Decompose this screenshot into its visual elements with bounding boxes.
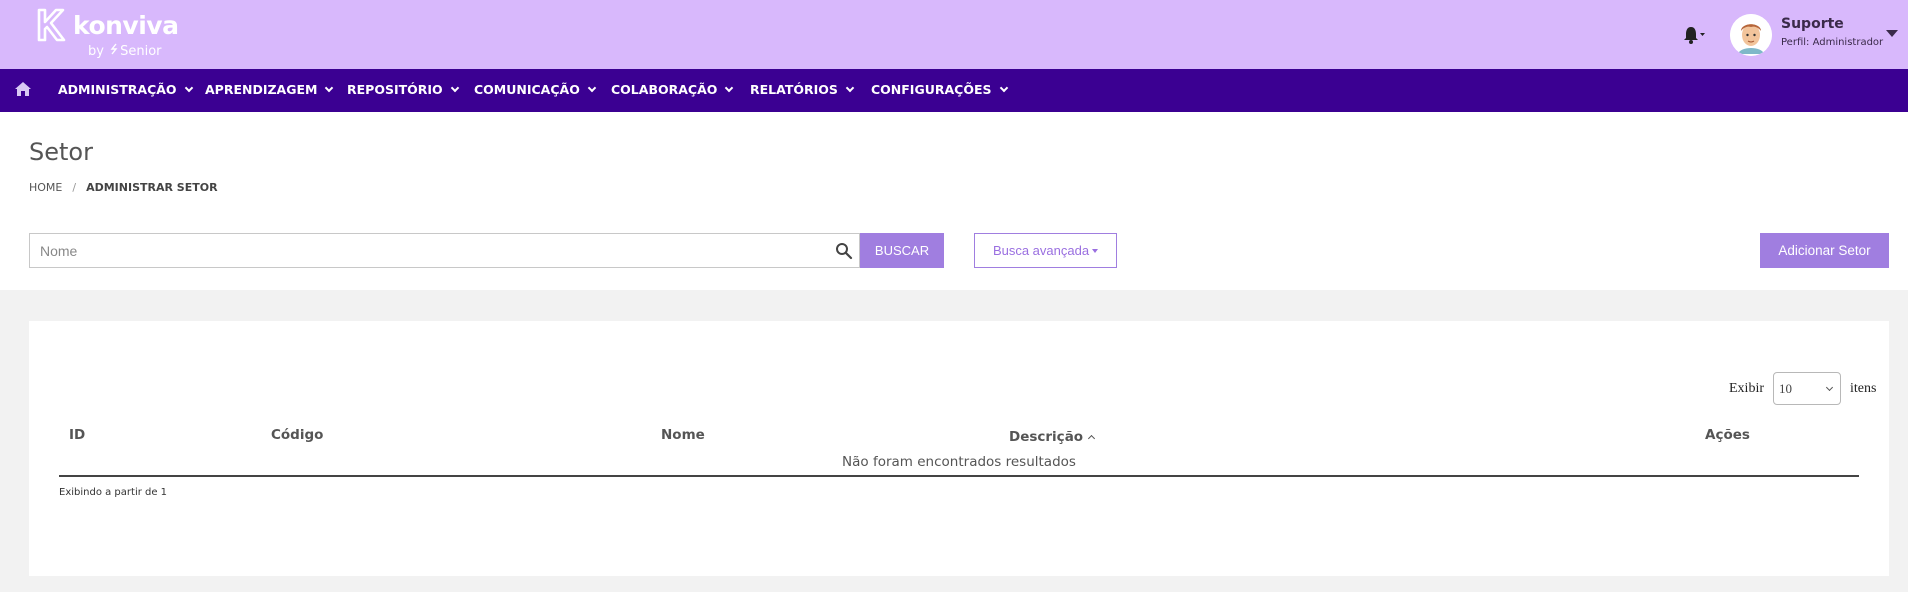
brand-name: konviva [73,11,179,40]
main-nav: ADMINISTRAÇÃO APRENDIZAGEM REPOSITÓRIO C… [0,69,1908,112]
senior-icon [110,43,118,59]
nav-item-aprendizagem[interactable]: APRENDIZAGEM [205,82,334,97]
chevron-down-icon [845,83,855,93]
nav-item-comunicacao[interactable]: COMUNICAÇÃO [474,82,597,97]
nav-item-label: CONFIGURAÇÕES [871,82,992,97]
page-title: Setor [29,138,93,166]
column-header-label: Descrição [1009,429,1084,445]
home-icon[interactable] [14,81,32,97]
nav-item-label: APRENDIZAGEM [205,82,318,97]
search-box [29,233,860,268]
table-divider [59,475,1859,477]
breadcrumb: HOME / ADMINISTRAR SETOR [29,181,218,194]
page-size-value: 10 [1779,381,1792,396]
notifications-bell-icon[interactable] [1682,24,1706,46]
search-input[interactable] [40,234,820,267]
user-avatar[interactable] [1730,14,1772,56]
caret-down-icon [1092,249,1099,253]
pagination-info: Exibindo a partir de 1 [59,487,168,498]
user-menu-caret-icon[interactable] [1886,30,1898,37]
search-button[interactable]: BUSCAR [860,233,944,268]
column-header-acoes: Ações [1705,427,1750,443]
user-name[interactable]: Suporte [1781,16,1844,32]
konviva-logo-icon [37,8,66,42]
nav-item-repositorio[interactable]: REPOSITÓRIO [347,82,459,97]
nav-item-label: REPOSITÓRIO [347,82,443,97]
add-sector-button[interactable]: Adicionar Setor [1760,233,1889,268]
advanced-search-label: Busca avançada [992,243,1090,258]
page-header-section: Setor HOME / ADMINISTRAR SETOR BUSCAR Busc… [0,112,1908,290]
results-card: Exibir 10 itens ID Código Nome Descrição… [29,321,1889,576]
chevron-down-icon [325,83,334,93]
chevron-down-icon [999,83,1008,93]
user-profile: Perfil: Administrador [1781,37,1884,48]
sort-ascending-icon [1088,434,1096,443]
chevron-down-icon [184,83,193,93]
empty-results-message: Não foram encontrados resultados [842,454,1076,470]
page-size-label: Exibir [1729,381,1764,396]
byline-company: Senior [120,44,162,59]
nav-item-label: COLABORAÇÃO [611,82,718,97]
brand-byline: by Senior [88,43,162,59]
nav-item-configuracoes[interactable]: CONFIGURAÇÕES [871,82,1008,97]
page-size-select[interactable]: 10 [1773,372,1841,405]
konviva-logo[interactable]: konviva by Senior [36,8,179,62]
items-label: itens [1850,381,1877,396]
column-header-codigo[interactable]: Código [271,427,323,443]
chevron-down-icon [725,83,734,93]
advanced-search-button[interactable]: Busca avançada [974,233,1117,268]
nav-item-label: COMUNICAÇÃO [474,82,580,97]
column-header-id[interactable]: ID [69,427,85,443]
search-icon[interactable] [835,242,853,260]
nav-item-relatorios[interactable]: RELATÓRIOS [750,82,855,97]
nav-item-label: ADMINISTRAÇÃO [58,82,177,97]
chevron-down-icon [450,83,459,93]
chevron-down-icon [1825,383,1834,392]
breadcrumb-home[interactable]: HOME [29,181,62,194]
nav-item-colaboracao[interactable]: COLABORAÇÃO [611,82,734,97]
column-header-nome[interactable]: Nome [661,427,705,443]
nav-item-administracao[interactable]: ADMINISTRAÇÃO [58,82,193,97]
breadcrumb-current: ADMINISTRAR SETOR [86,181,218,194]
top-header: konviva by Senior Suporte Perfil: Admini… [0,0,1908,69]
nav-item-label: RELATÓRIOS [750,82,838,97]
breadcrumb-separator: / [72,181,77,194]
column-header-descricao[interactable]: Descrição [1009,429,1096,445]
byline-prefix: by [88,44,104,59]
chevron-down-icon [587,83,597,93]
